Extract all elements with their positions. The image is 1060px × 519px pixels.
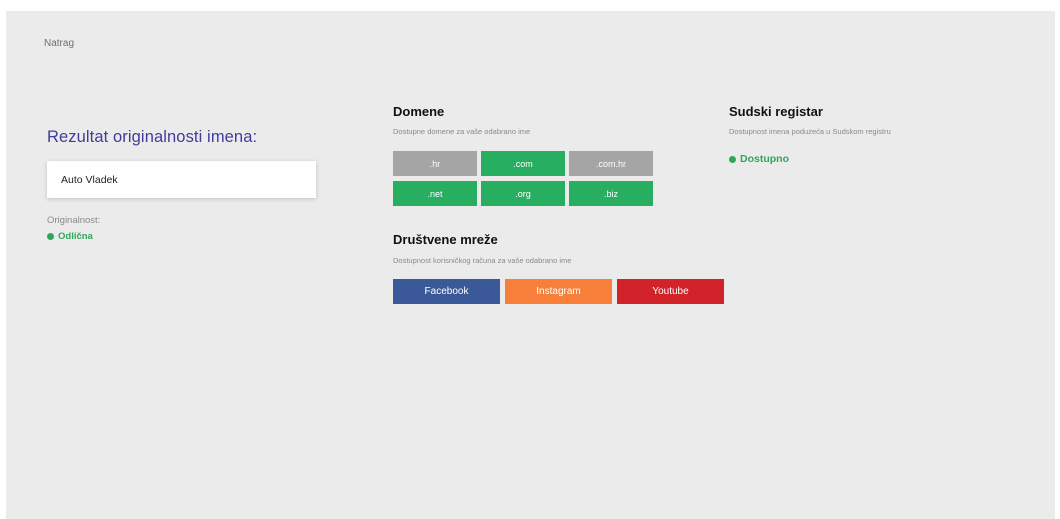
- social-title: Društvene mreže: [393, 232, 498, 247]
- court-registry-status: Dostupno: [729, 153, 789, 165]
- domain-biz[interactable]: .biz: [569, 181, 653, 206]
- domains-title: Domene: [393, 104, 445, 119]
- back-link[interactable]: Natrag: [44, 38, 74, 49]
- domain-grid: .hr .com .com.hr .net .org .biz: [393, 151, 653, 206]
- originality-label: Originalnost:: [47, 215, 101, 226]
- facebook-button[interactable]: Facebook: [393, 279, 500, 304]
- domains-subtitle: Dostupne domene za vaše odabrano ime: [393, 127, 531, 136]
- court-registry-subtitle: Dostupnost imena poduzeća u Sudskom regi…: [729, 127, 891, 136]
- domain-com[interactable]: .com: [481, 151, 565, 176]
- originality-status: Odlična: [47, 231, 93, 242]
- social-subtitle: Dostupnost korisničkog računa za vaše od…: [393, 256, 572, 265]
- court-registry-status-text: Dostupno: [740, 153, 789, 165]
- status-dot-icon: [729, 155, 736, 163]
- company-name-value: Auto Vladek: [61, 173, 118, 186]
- page-background: [6, 11, 1055, 519]
- youtube-button[interactable]: Youtube: [617, 279, 724, 304]
- instagram-button[interactable]: Instagram: [505, 279, 612, 304]
- originality-status-text: Odlična: [58, 231, 93, 242]
- name-card: Auto Vladek: [47, 161, 316, 198]
- domain-org[interactable]: .org: [481, 181, 565, 206]
- social-buttons: Facebook Instagram Youtube: [393, 279, 724, 304]
- result-title: Rezultat originalnosti imena:: [47, 128, 258, 146]
- domain-hr[interactable]: .hr: [393, 151, 477, 176]
- status-dot-icon: [47, 233, 54, 240]
- domain-net[interactable]: .net: [393, 181, 477, 206]
- domain-com-hr[interactable]: .com.hr: [569, 151, 653, 176]
- court-registry-title: Sudski registar: [729, 104, 823, 119]
